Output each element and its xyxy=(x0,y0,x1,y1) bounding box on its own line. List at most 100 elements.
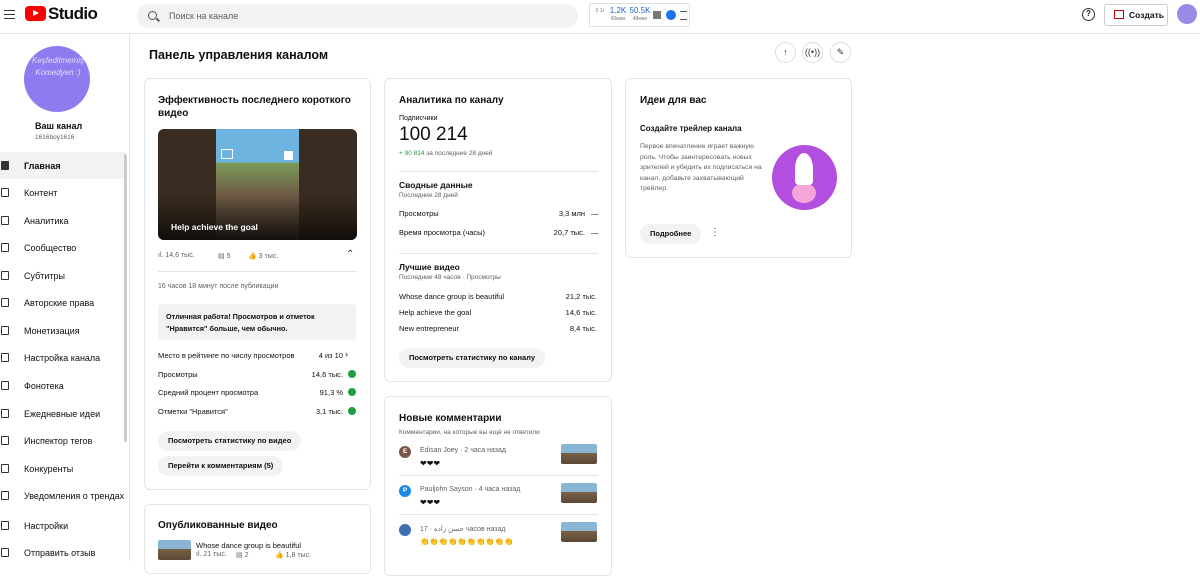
subscribers-label: Подписчики xyxy=(399,115,438,122)
top-videos-title: Лучшие видео xyxy=(399,262,460,272)
comment-author[interactable]: Edisan Joey xyxy=(420,447,458,454)
video-stats-button[interactable]: Посмотреть статистику по видео xyxy=(158,431,302,451)
sidebar-item-dashboard[interactable]: Главная xyxy=(0,152,126,179)
rocket-illustration-icon xyxy=(772,145,837,210)
sidebar-item-tag-inspector[interactable]: Инспектор тегов xyxy=(0,427,126,454)
ext-stat-1: 0 1г xyxy=(595,8,605,14)
sidebar-item-label: Конкуренты xyxy=(24,464,74,474)
commenter-avatar[interactable]: E xyxy=(399,446,411,458)
monetization-icon xyxy=(1,326,9,335)
metric-likes-label: Отметки "Нравится" xyxy=(158,407,228,416)
commenter-avatar[interactable]: P xyxy=(399,485,411,497)
learn-more-button[interactable]: Подробнее xyxy=(640,224,702,244)
copyright-icon xyxy=(1,298,9,307)
more-options-icon[interactable]: ⋮ xyxy=(710,227,720,238)
metric-rank-value: 4 из 10 xyxy=(318,351,343,360)
channel-avatar-text: Keşfedilmemiş Komedyen :) xyxy=(31,56,84,77)
search-icon xyxy=(148,11,157,20)
create-post-icon[interactable]: ✎ xyxy=(830,42,851,63)
summary-watch-label: Время просмотра (часы) xyxy=(399,228,486,237)
sidebar-item-label: Сообщество xyxy=(24,243,77,253)
comment-text: ❤❤❤ xyxy=(420,498,441,507)
sidebar-item-label: Настройка канала xyxy=(24,353,101,363)
sidebar-item-content[interactable]: Контент xyxy=(0,179,126,206)
sidebar-item-daily-ideas[interactable]: Ежедневные идеи xyxy=(0,400,126,427)
sidebar-item-feedback[interactable]: Отправить отзыв xyxy=(0,539,126,566)
sidebar-item-competitors[interactable]: Конкуренты xyxy=(0,455,126,482)
channel-avatar[interactable]: Keşfedilmemiş Komedyen :) xyxy=(24,46,90,112)
youtube-logo-icon[interactable] xyxy=(25,6,46,21)
commenter-avatar[interactable] xyxy=(399,524,411,536)
sidebar-item-settings[interactable]: Настройки xyxy=(0,512,126,539)
sidebar-item-label: Отправить отзыв xyxy=(24,548,96,558)
published-video-comments: ▤ 2 xyxy=(236,552,249,559)
summary-views-label: Просмотры xyxy=(399,209,439,218)
summary-watch-trend: — xyxy=(591,228,599,237)
ext-globe-icon[interactable] xyxy=(666,10,676,20)
ideas-card: Идеи для вас Создайте трейлер канала Пер… xyxy=(625,78,852,258)
tag-inspector-icon xyxy=(1,436,9,445)
short-thumbnail[interactable]: Help achieve the goal xyxy=(158,129,357,240)
live-icon[interactable]: ((•)) xyxy=(802,42,823,63)
sidebar-item-copyright[interactable]: Авторские права xyxy=(0,289,126,316)
account-avatar[interactable] xyxy=(1177,4,1197,24)
help-icon[interactable]: ? xyxy=(1082,8,1095,21)
metric-rank-label: Место в рейтинге по числу просмотров xyxy=(158,351,295,360)
comment-author[interactable]: حسن زاده xyxy=(434,526,464,533)
search-input[interactable]: Поиск на канале xyxy=(137,4,578,28)
comment-text: 👏👏👏👏👏👏👏👏👏👏 xyxy=(420,537,514,546)
sidebar-item-label: Монетизация xyxy=(24,326,80,336)
summary-title: Сводные данные xyxy=(399,180,473,190)
trend-alerts-icon xyxy=(1,491,9,500)
sidebar-item-customization[interactable]: Настройка канала xyxy=(0,344,126,371)
published-video-views: ıl. 21 тыс. xyxy=(196,551,227,558)
upload-icon[interactable]: ↑ xyxy=(775,42,796,63)
comment-video-thumbnail[interactable] xyxy=(561,444,597,464)
analytics-icon xyxy=(1,216,9,225)
comment-author[interactable]: Pauljohn Sayson xyxy=(420,486,473,493)
feedback-icon xyxy=(1,548,9,557)
top-video-1-title[interactable]: Whose dance group is beautiful xyxy=(399,292,504,301)
comment-video-thumbnail[interactable] xyxy=(561,522,597,542)
extension-widget[interactable]: 0 1г 1.2K 60мин 50.5K 48мин xyxy=(589,3,690,27)
studio-logo-text[interactable]: Studio xyxy=(48,4,98,24)
sidebar-scrollbar[interactable] xyxy=(124,154,127,442)
channel-stats-button[interactable]: Посмотреть статистику по каналу xyxy=(399,348,546,368)
comment-meta: Pauljohn Sayson · 4 часа назад xyxy=(420,486,521,493)
published-video-title[interactable]: Whose dance group is beautiful xyxy=(196,541,301,550)
hamburger-menu-icon[interactable] xyxy=(4,10,15,19)
views-up-icon xyxy=(348,370,356,378)
short-likes: 👍 3 тыс. xyxy=(248,253,279,260)
summary-views-trend: — xyxy=(591,209,599,218)
comment-time: 2 часа назад xyxy=(464,447,506,454)
published-video-thumbnail[interactable] xyxy=(158,540,191,560)
sidebar-item-subtitles[interactable]: Субтитры xyxy=(0,262,126,289)
published-videos-title: Опубликованные видео xyxy=(158,520,278,531)
idea-body: Первое впечатление играет важную роль. Ч… xyxy=(640,143,762,192)
chevron-right-icon[interactable]: › xyxy=(345,349,348,359)
top-video-2-title[interactable]: Help achieve the goal xyxy=(399,308,471,317)
create-button[interactable]: Создать xyxy=(1104,4,1168,26)
sidebar-item-label: Инспектор тегов xyxy=(24,436,93,446)
ext-menu-icon[interactable] xyxy=(680,11,687,20)
go-to-comments-button[interactable]: Перейти к комментариям (5) xyxy=(158,456,284,476)
search-placeholder: Поиск на канале xyxy=(169,11,239,21)
metric-avg-value: 91,3 % xyxy=(319,388,343,397)
top-bar: Studio Поиск на канале 0 1г 1.2K 60мин 50… xyxy=(0,0,1200,34)
ext-image-icon[interactable] xyxy=(653,11,661,19)
top-video-3-title[interactable]: New entrepreneur xyxy=(399,324,459,333)
community-icon xyxy=(1,243,9,252)
sidebar-item-monetization[interactable]: Монетизация xyxy=(0,317,126,344)
collapse-chevron-icon[interactable]: ⌃ xyxy=(346,249,354,260)
sidebar-item-trend-alerts[interactable]: Уведомления о трендах xyxy=(0,482,126,509)
sidebar-item-audio-library[interactable]: Фонотека xyxy=(0,372,126,399)
top-video-2-views: 14,6 тыс. xyxy=(565,308,597,317)
sidebar-item-label: Аналитика xyxy=(24,216,69,226)
sidebar-item-analytics[interactable]: Аналитика xyxy=(0,207,126,234)
subtitles-icon xyxy=(1,271,9,280)
comment-video-thumbnail[interactable] xyxy=(561,483,597,503)
like-icon xyxy=(284,151,293,160)
sidebar-item-community[interactable]: Сообщество xyxy=(0,234,126,261)
sidebar-item-label: Уведомления о трендах xyxy=(24,491,125,501)
create-icon xyxy=(1114,10,1124,19)
